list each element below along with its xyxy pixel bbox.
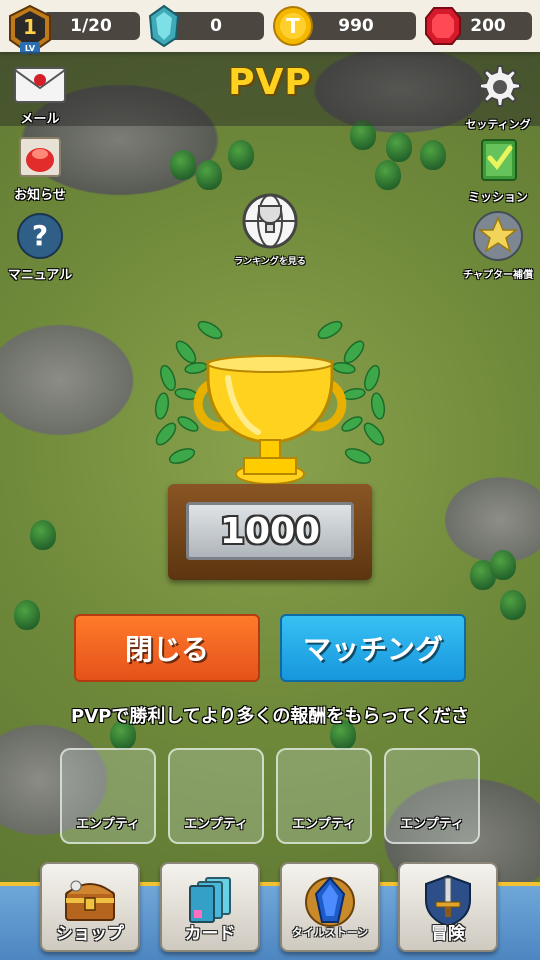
reward-slot[interactable]: エンプティ [60, 748, 156, 844]
red-ruby-icon [425, 7, 461, 45]
cards-icon [189, 877, 231, 923]
help-question-icon: ? [17, 213, 63, 259]
missions-button[interactable]: ミッション [458, 136, 538, 205]
trophy-laurel-icon [154, 320, 386, 485]
nav-cards-button[interactable]: カード [160, 862, 260, 952]
trophy-score-panel: 1000 [186, 502, 354, 560]
mission-book-icon [481, 139, 517, 181]
gear-icon [479, 65, 521, 107]
star-badge-icon [473, 211, 523, 261]
siren-bell-icon [19, 137, 61, 177]
reward-slot[interactable]: エンプティ [384, 748, 480, 844]
settings-button[interactable]: セッティング [458, 62, 538, 132]
matching-button[interactable]: マッチング [280, 614, 466, 682]
manual-button[interactable]: ? マニュアル [0, 212, 80, 283]
nav-adventure-button[interactable]: 冒険 [398, 862, 498, 952]
nav-shop-button[interactable]: ショップ [40, 862, 140, 952]
nav-tile-stone-button[interactable]: タイルストーン [280, 862, 380, 952]
trophy-score: 1000 [219, 510, 321, 552]
level-progress: 1/20 [42, 12, 140, 40]
trophy-plate: 1000 [168, 484, 372, 580]
ranking-button[interactable]: ランキングを見る [222, 192, 318, 267]
reward-slot[interactable]: エンプティ [168, 748, 264, 844]
chapter-reward-button[interactable]: チャプター補償 [458, 210, 538, 281]
gold-coin-icon: T [273, 6, 313, 46]
blue-gem-stone-icon [305, 876, 355, 927]
news-button[interactable]: お知らせ [0, 136, 80, 203]
blue-gem-counter: 0 [168, 12, 264, 40]
envelope-icon [14, 67, 66, 103]
blue-crystal-icon [148, 4, 180, 48]
level-badge-icon: 1 LV [9, 4, 51, 56]
close-button[interactable]: 閉じる [74, 614, 260, 682]
pvp-hint-message: PVPで勝利してより多くの報酬をもらってくださ [71, 706, 469, 727]
globe-trophy-icon [242, 193, 298, 249]
svg-text:T: T [286, 14, 300, 38]
svg-text:1: 1 [23, 15, 37, 39]
mail-button[interactable]: メール [0, 66, 80, 127]
resource-bar: 1/20 1 LV 0 990 T 200 [0, 0, 540, 56]
reward-slot[interactable]: エンプティ [276, 748, 372, 844]
coin-counter: 990 [296, 12, 416, 40]
treasure-chest-icon [65, 880, 115, 921]
svg-text:?: ? [32, 219, 48, 252]
